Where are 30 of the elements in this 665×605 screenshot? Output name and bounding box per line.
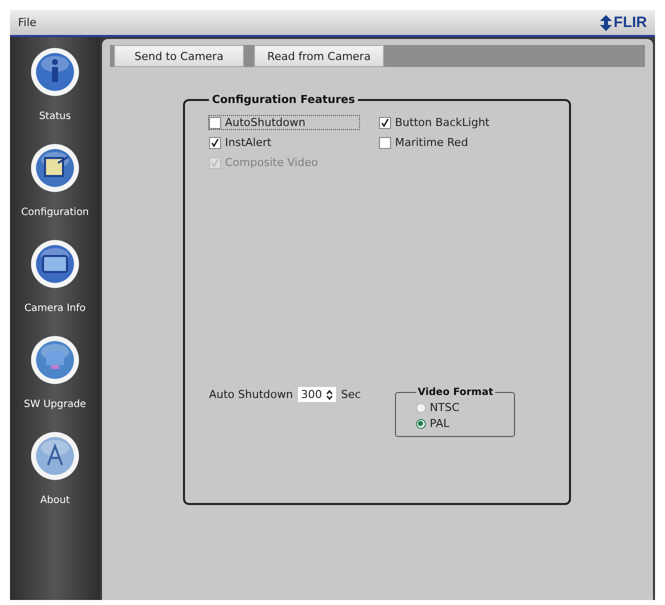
radio-button[interactable]: NTSC	[416, 401, 506, 414]
checkbox[interactable]: Button BackLight	[379, 116, 529, 129]
checkbox[interactable]: AutoShutdown	[209, 116, 359, 129]
checkbox[interactable]: InstAlert	[209, 136, 379, 149]
radio-dot-icon	[418, 421, 424, 426]
file-menu[interactable]: File	[18, 16, 36, 29]
about-icon	[30, 431, 80, 481]
group-title: Video Format	[416, 387, 494, 398]
toolbar-button[interactable]: Send to Camera	[114, 45, 244, 67]
logo: FLIR	[600, 14, 647, 31]
sidebar-item[interactable]: About	[30, 431, 80, 527]
check-icon	[381, 118, 389, 126]
info-icon	[30, 47, 80, 97]
config-icon	[30, 143, 80, 193]
sidebar-item[interactable]: Status	[30, 47, 80, 143]
check-icon	[211, 138, 219, 146]
unit-label: Sec	[340, 388, 361, 401]
sidebar-item[interactable]: SW Upgrade	[24, 335, 86, 431]
sidebar-item[interactable]: Camera Info	[24, 239, 86, 335]
toolbar-button[interactable]: Read from Camera	[254, 45, 384, 67]
camera-icon	[30, 239, 80, 289]
group-title: Configuration Features	[211, 93, 356, 106]
sidebar-item[interactable]: Configuration	[21, 143, 89, 239]
spin-arrows-icon[interactable]	[326, 388, 333, 400]
checkbox[interactable]: Maritime Red	[379, 136, 529, 149]
upgrade-icon	[30, 335, 80, 385]
check-icon	[211, 158, 219, 166]
field-label: Auto Shutdown	[209, 388, 293, 401]
spin-field[interactable]: 300	[298, 387, 336, 402]
radio-button[interactable]: PAL	[416, 417, 506, 430]
